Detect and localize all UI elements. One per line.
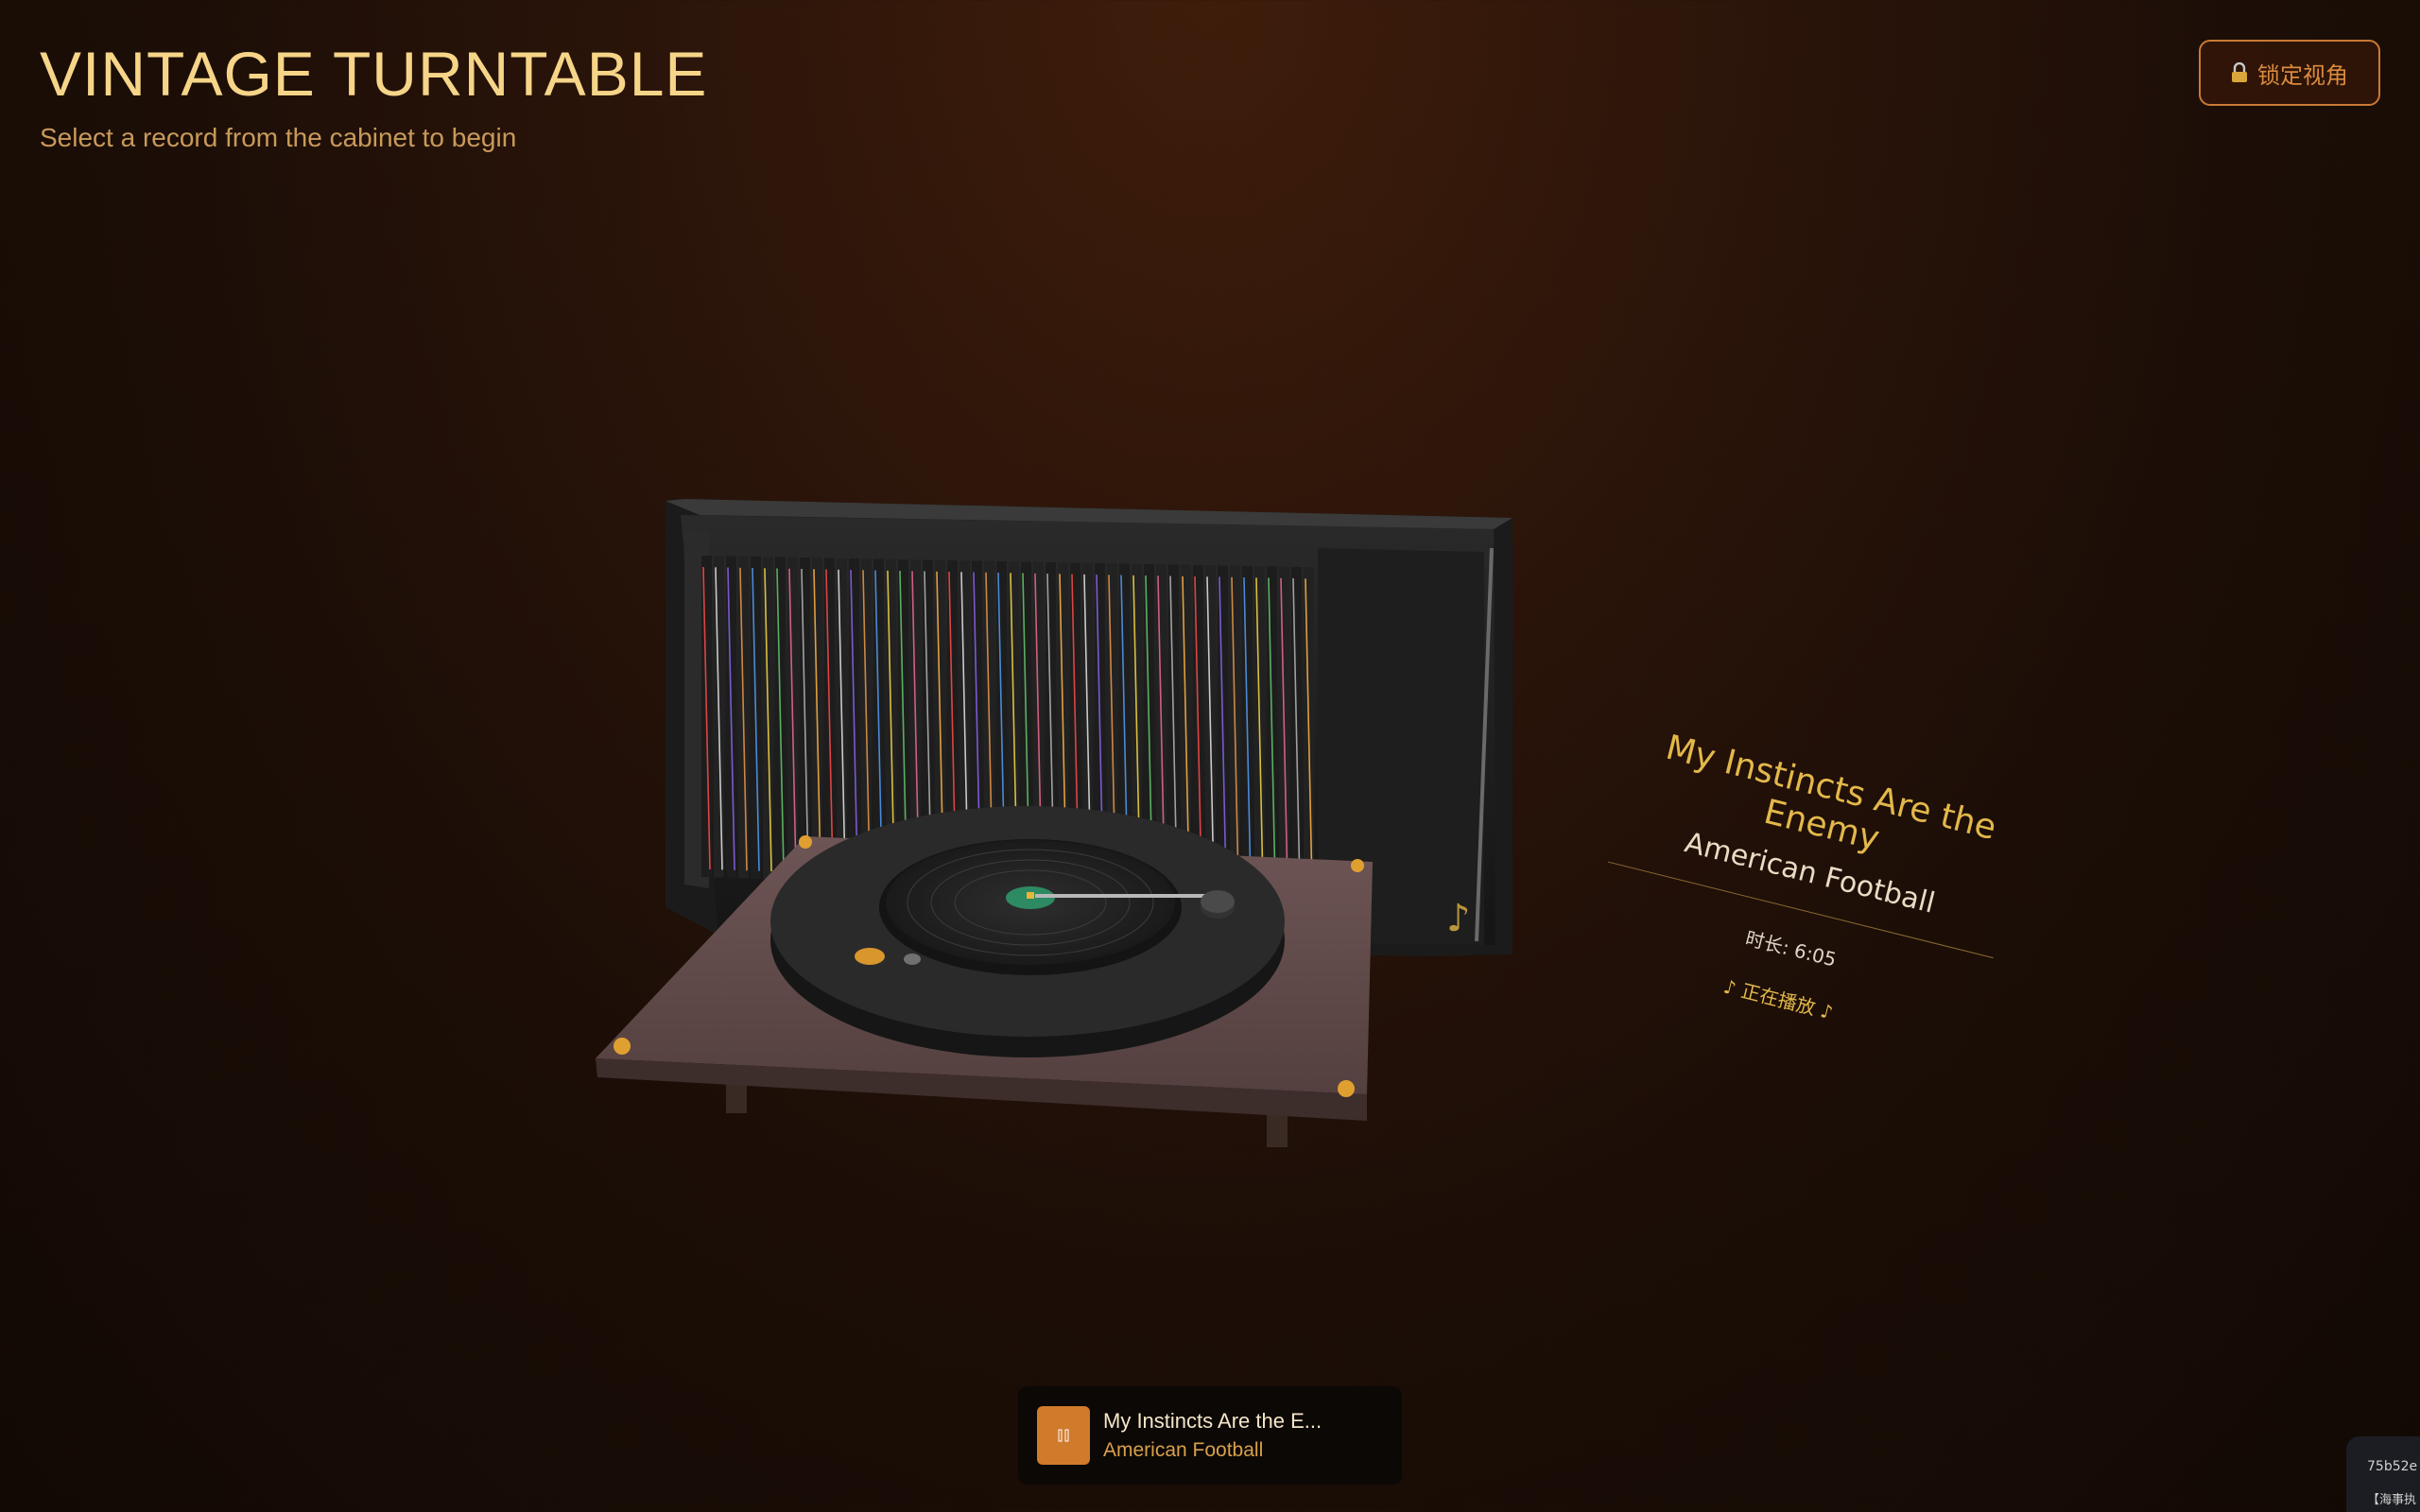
corner-screw	[614, 1038, 631, 1055]
corner-widget-id: 75b52e	[2367, 1459, 2418, 1474]
corner-screw	[1351, 859, 1364, 872]
play-pause-button[interactable]	[1037, 1406, 1090, 1465]
player-song-title: My Instincts Are the E...	[1103, 1409, 1322, 1433]
player-artist: American Football	[1103, 1439, 1264, 1461]
start-button[interactable]	[904, 954, 921, 965]
scene-graphic[interactable]: ♪	[0, 0, 2420, 1512]
music-note-icon: ♪	[1446, 897, 1471, 940]
page-subtitle: Select a record from the cabinet to begi…	[40, 123, 517, 152]
pause-icon	[1058, 1429, 1069, 1442]
speed-knob[interactable]	[855, 948, 885, 965]
lock-view-button[interactable]: 锁定视角	[2199, 40, 2380, 106]
page-title: VINTAGE TURNTABLE	[40, 39, 708, 109]
lock-icon	[2232, 62, 2247, 82]
corner-screw	[799, 835, 812, 849]
tonearm-base	[1201, 890, 1235, 913]
corner-screw	[1338, 1080, 1355, 1097]
corner-widget-text: 【海事执	[2367, 1493, 2417, 1507]
player-bar[interactable]: My Instincts Are the E... American Footb…	[1018, 1386, 1402, 1485]
turntable-scene[interactable]: ♪	[0, 0, 2420, 1512]
lock-view-label: 锁定视角	[2257, 62, 2348, 89]
corner-widget[interactable]: 75b52e 【海事执	[2346, 1436, 2420, 1512]
